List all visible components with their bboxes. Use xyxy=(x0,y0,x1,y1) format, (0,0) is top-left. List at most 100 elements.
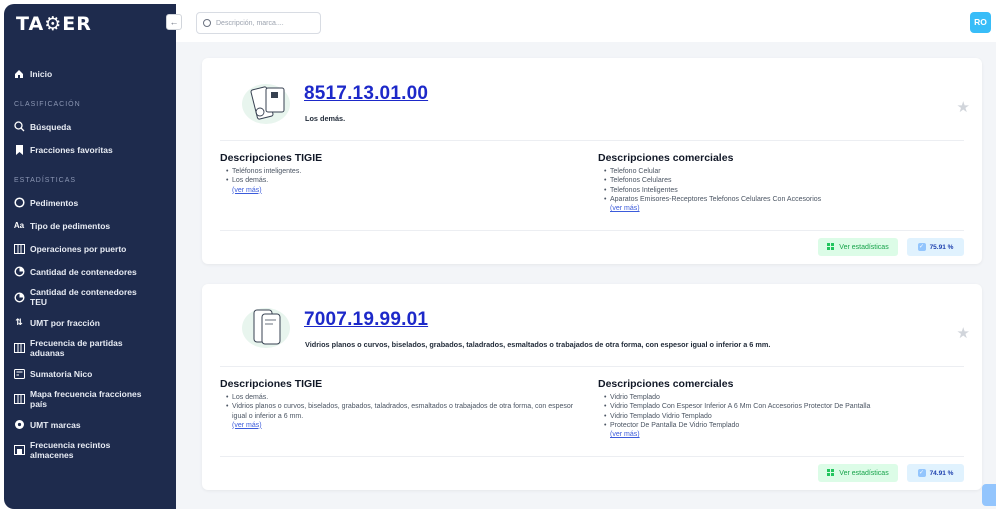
list-item: Vidrios planos o curvos, biselados, grab… xyxy=(226,402,580,421)
bookmark-icon xyxy=(12,144,26,155)
home-icon xyxy=(12,69,26,79)
favorite-star-icon[interactable]: ★ xyxy=(957,324,970,342)
filled-circle-icon xyxy=(12,419,26,430)
list-item: Los demás. xyxy=(226,176,580,186)
commercial-descriptions: Descripciones comerciales Telefono Celul… xyxy=(598,152,968,214)
stats-icon xyxy=(827,469,835,477)
sidebar-item-operaciones-puerto[interactable]: Operaciones por puerto xyxy=(4,237,176,260)
sidebar-item-label: Frecuencia recintos xyxy=(30,440,111,450)
divider xyxy=(220,230,964,231)
stats-icon xyxy=(827,243,835,251)
sidebar-item-frecuencia-partidas[interactable]: Frecuencia de partidas aduanas xyxy=(4,334,176,362)
sidebar-item-label: Cantidad de contenedores xyxy=(30,266,137,277)
list-item: Teléfonos inteligentes. xyxy=(226,167,580,177)
warehouse-icon xyxy=(12,445,26,455)
search-icon xyxy=(203,19,211,27)
search-input[interactable]: Descripción, marca.... xyxy=(196,12,321,34)
search-placeholder: Descripción, marca.... xyxy=(216,19,284,27)
list-item: Telefono Celular xyxy=(604,167,968,177)
columns-icon xyxy=(12,343,26,353)
sidebar-item-mapa-frecuencia[interactable]: Mapa frecuencia fracciones país xyxy=(4,385,176,413)
sidebar-item-label: Inicio xyxy=(30,68,53,79)
glass-product-image xyxy=(240,306,292,350)
phone-product-image xyxy=(240,82,292,126)
list-item: Telefonos Celulares xyxy=(604,176,968,186)
section-estadisticas: ESTADÍSTICAS xyxy=(14,176,77,184)
topbar: Descripción, marca.... RO xyxy=(176,4,996,42)
columns-icon xyxy=(12,394,26,404)
app-logo[interactable]: TA⚙ER xyxy=(16,13,92,35)
sidebar-item-cantidad-contenedores[interactable]: Cantidad de contenedores xyxy=(4,260,176,283)
ver-estadisticas-button[interactable]: Ver estadísticas xyxy=(818,464,898,482)
commercial-title: Descripciones comerciales xyxy=(598,152,734,164)
sidebar-item-label: aduanas xyxy=(30,348,65,358)
section-clasificacion: CLASIFICACIÓN xyxy=(14,100,81,108)
sidebar: TA⚙ER Inicio CLASIFICACIÓN Búsqueda Frac… xyxy=(4,4,176,509)
pie-icon xyxy=(12,266,26,277)
ver-mas-link[interactable]: (ver más) xyxy=(598,204,968,214)
sidebar-item-label: país xyxy=(30,399,48,409)
fraction-code-link[interactable]: 8517.13.01.00 xyxy=(304,83,428,105)
button-label: Ver estadísticas xyxy=(839,243,889,251)
columns-icon xyxy=(12,243,26,254)
ver-mas-link[interactable]: (ver más) xyxy=(598,430,968,440)
tigie-descriptions: Descripciones TIGIE Los demás. Vidrios p… xyxy=(220,378,580,430)
tigie-title: Descripciones TIGIE xyxy=(220,378,323,390)
sidebar-item-label: UMT por fracción xyxy=(30,317,100,328)
sidebar-item-cantidad-contenedores-teu[interactable]: Cantidad de contenedores TEU xyxy=(4,283,176,311)
tigie-descriptions: Descripciones TIGIE Teléfonos inteligent… xyxy=(220,152,580,195)
result-card: 7007.19.99.01 Vidrios planos o curvos, b… xyxy=(202,284,982,490)
sidebar-item-sumatoria-nico[interactable]: Sumatoria Nico xyxy=(4,362,176,385)
scroll-top-button[interactable] xyxy=(982,484,996,506)
sidebar-item-pedimentos[interactable]: Pedimentos xyxy=(4,191,176,214)
sidebar-item-busqueda[interactable]: Búsqueda xyxy=(4,115,176,138)
commercial-descriptions: Descripciones comerciales Vidrio Templad… xyxy=(598,378,968,440)
collapse-sidebar-button[interactable]: ← xyxy=(166,14,182,30)
sidebar-nav: Inicio CLASIFICACIÓN Búsqueda Fracciones… xyxy=(4,62,176,464)
fraction-code-link[interactable]: 7007.19.99.01 xyxy=(304,309,428,331)
commercial-title: Descripciones comerciales xyxy=(598,378,734,390)
ver-mas-link[interactable]: (ver más) xyxy=(220,421,580,431)
check-icon: ✓ xyxy=(917,469,926,477)
check-icon: ✓ xyxy=(917,243,926,251)
sidebar-item-label: Cantidad de contenedores xyxy=(30,287,137,297)
sidebar-item-tipo-pedimentos[interactable]: Aa Tipo de pedimentos xyxy=(4,214,176,237)
ver-mas-link[interactable]: (ver más) xyxy=(220,186,580,196)
list-item: Telefonos Inteligentes xyxy=(604,186,968,196)
sidebar-item-frecuencia-recintos[interactable]: Frecuencia recintos almacenes xyxy=(4,436,176,464)
list-item: Los demás. xyxy=(226,393,580,403)
match-score-badge: ✓ 74.91 % xyxy=(907,464,964,482)
divider xyxy=(220,366,964,367)
list-item: Vidrio Templado Vidrio Templado xyxy=(604,412,968,422)
list-item: Aparatos Emisores-Receptores Telefonos C… xyxy=(604,195,968,205)
sidebar-item-label: Sumatoria Nico xyxy=(30,368,93,379)
favorite-star-icon[interactable]: ★ xyxy=(957,98,970,116)
list-item: Vidrio Templado Con Espesor Inferior A 6… xyxy=(604,402,968,412)
sidebar-item-favoritas[interactable]: Fracciones favoritas xyxy=(4,138,176,161)
match-score-badge: ✓ 75.91 % xyxy=(907,238,964,256)
sidebar-item-umt-marcas[interactable]: UMT marcas xyxy=(4,413,176,436)
sidebar-item-label: Mapa frecuencia fracciones xyxy=(30,389,142,399)
tigie-title: Descripciones TIGIE xyxy=(220,152,323,164)
sidebar-item-label: Fracciones favoritas xyxy=(30,144,113,155)
result-card: 8517.13.01.00 Los demás. ★ Descripciones… xyxy=(202,58,982,264)
circle-icon xyxy=(12,197,26,208)
sidebar-item-label: UMT marcas xyxy=(30,419,81,430)
sidebar-item-umt-fraccion[interactable]: ⇅ UMT por fracción xyxy=(4,311,176,334)
fraction-description: Los demás. xyxy=(305,114,346,123)
sidebar-item-inicio[interactable]: Inicio xyxy=(4,62,176,85)
text-type-icon: Aa xyxy=(13,221,25,230)
list-item: Protector De Pantalla De Vidrio Templado xyxy=(604,421,968,431)
calculator-icon xyxy=(12,368,26,379)
user-avatar[interactable]: RO xyxy=(970,12,991,33)
search-icon xyxy=(12,121,26,132)
results-area: 8517.13.01.00 Los demás. ★ Descripciones… xyxy=(176,42,996,509)
fraction-description: Vidrios planos o curvos, biselados, grab… xyxy=(305,340,771,349)
button-label: Ver estadísticas xyxy=(839,469,889,477)
score-value: 74.91 % xyxy=(929,469,954,477)
ver-estadisticas-button[interactable]: Ver estadísticas xyxy=(818,238,898,256)
sidebar-item-label: Operaciones por puerto xyxy=(30,243,127,254)
list-item: Vidrio Templado xyxy=(604,393,968,403)
pie-icon xyxy=(12,291,26,303)
sidebar-item-label: Frecuencia de partidas xyxy=(30,338,123,348)
